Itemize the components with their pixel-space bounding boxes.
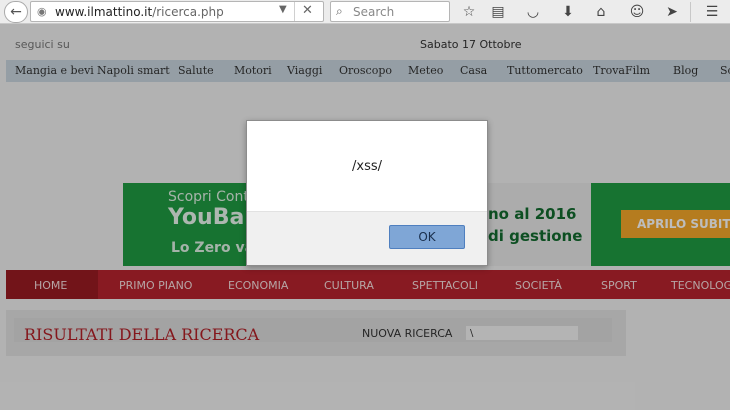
clear-url-icon[interactable]: ✕ xyxy=(302,3,313,18)
download-icon[interactable]: ⬇ xyxy=(558,2,578,22)
globe-icon: ◉ xyxy=(37,5,47,18)
search-placeholder: Search xyxy=(353,5,395,19)
reading-list-icon[interactable]: ▤ xyxy=(488,2,508,22)
alert-message: /xss/ xyxy=(352,159,382,174)
pocket-icon[interactable]: ◡ xyxy=(523,2,543,22)
browser-toolbar: ← ◉ www.ilmattino.it/ricerca.php ▼ ✕ ⌕ S… xyxy=(0,0,730,24)
home-icon[interactable]: ⌂ xyxy=(591,2,611,22)
toolbar-separator xyxy=(690,2,691,22)
url-text: www.ilmattino.it/ricerca.php xyxy=(55,5,224,19)
menu-icon[interactable]: ☰ xyxy=(702,2,722,22)
search-bar[interactable]: ⌕ Search xyxy=(330,1,450,22)
url-separator xyxy=(294,2,295,21)
alert-dialog: /xss/ OK xyxy=(246,120,488,266)
search-icon: ⌕ xyxy=(336,4,343,18)
star-icon[interactable]: ☆ xyxy=(459,2,479,22)
ok-button[interactable]: OK xyxy=(389,225,465,249)
chat-icon[interactable]: ☺ xyxy=(627,2,647,22)
url-bar[interactable]: ◉ www.ilmattino.it/ricerca.php ▼ ✕ xyxy=(30,1,324,22)
dropdown-icon[interactable]: ▼ xyxy=(279,4,287,15)
back-icon[interactable]: ← xyxy=(4,1,28,23)
url-path: /ricerca.php xyxy=(152,5,224,19)
url-domain: www.ilmattino.it xyxy=(55,5,153,19)
alert-footer: OK xyxy=(247,211,487,265)
send-icon[interactable]: ➤ xyxy=(662,2,682,22)
